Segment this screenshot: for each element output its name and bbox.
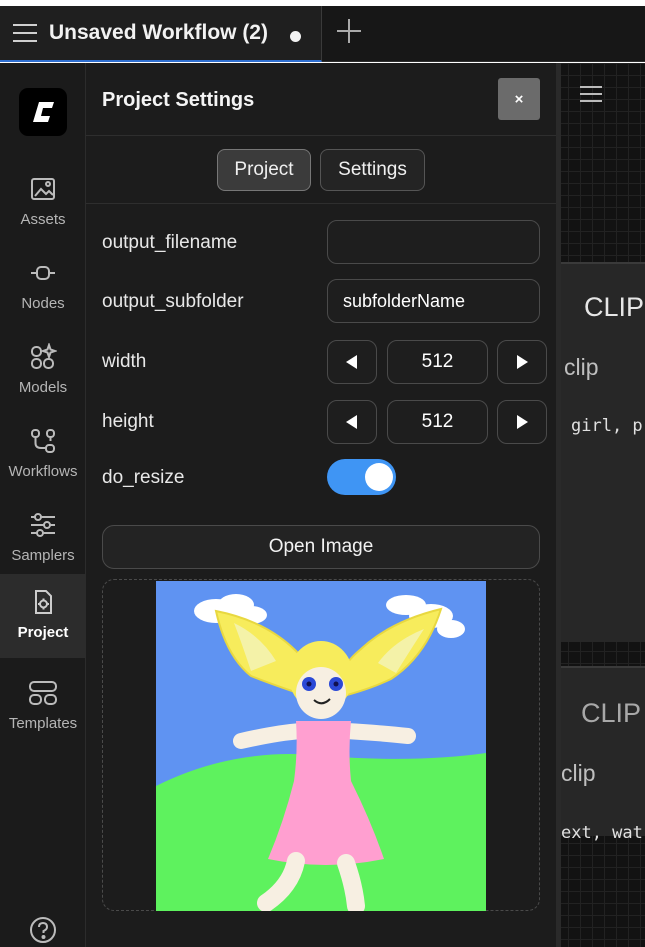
triangle-left-icon (346, 355, 357, 369)
output-subfolder-input[interactable]: subfolderName (327, 279, 540, 323)
width-value[interactable]: 512 (387, 340, 488, 384)
panel-title: Project Settings (102, 89, 255, 111)
sidebar-item-templates[interactable]: Templates (0, 665, 86, 749)
image-dropzone[interactable] (102, 579, 540, 911)
sidebar-item-label: Templates (8, 715, 78, 732)
width-label: width (102, 351, 147, 372)
sidebar-item-label: Project (17, 624, 69, 641)
do-resize-label: do_resize (102, 467, 185, 488)
menu-icon[interactable] (13, 24, 37, 42)
sidebar-item-nodes[interactable]: Nodes (0, 245, 86, 329)
toggle-knob (365, 463, 393, 491)
unsaved-dot-icon (290, 31, 301, 42)
sidebar: Assets Nodes Models Workflows Samplers P… (0, 63, 86, 947)
node-title: CLIP (584, 292, 645, 322)
triangle-right-icon (517, 415, 528, 429)
tab-title: Unsaved Workflow (2) (49, 21, 268, 44)
plus-icon[interactable] (336, 18, 362, 44)
width-increment-button[interactable] (497, 340, 547, 384)
node-input-label: clip (561, 760, 596, 786)
sidebar-item-samplers[interactable]: Samplers (0, 497, 86, 581)
workflow-icon (31, 429, 55, 453)
triangle-left-icon (346, 415, 357, 429)
sidebar-item-label: Workflows (8, 463, 78, 480)
tab-settings[interactable]: Settings (320, 149, 425, 191)
sliders-icon (31, 513, 55, 537)
height-label: height (102, 411, 154, 432)
node-input-label: clip (564, 354, 599, 380)
output-filename-input[interactable] (327, 220, 540, 264)
sidebar-item-label: Models (18, 379, 68, 396)
node-prompt-text[interactable]: girl, p (571, 416, 643, 436)
divider (86, 203, 556, 204)
triangle-right-icon (517, 355, 528, 369)
node-icon (31, 266, 55, 280)
open-image-button[interactable]: Open Image (102, 525, 540, 569)
sidebar-item-label: Samplers (11, 547, 75, 564)
tab-bar: Unsaved Workflow (2) (0, 6, 645, 62)
node-prompt-text[interactable]: ext, wat (561, 823, 643, 843)
width-decrement-button[interactable] (327, 340, 377, 384)
tab-project[interactable]: Project (217, 149, 311, 191)
height-decrement-button[interactable] (327, 400, 377, 444)
output-filename-label: output_filename (102, 232, 238, 253)
output-subfolder-label: output_subfolder (102, 291, 244, 312)
divider (86, 135, 556, 136)
canvas-menu-icon[interactable] (580, 86, 602, 102)
clip-node[interactable]: CLIP clip ext, wat (561, 666, 645, 843)
help-icon[interactable] (29, 916, 57, 944)
workflow-tab[interactable]: Unsaved Workflow (2) (0, 6, 322, 62)
sidebar-item-project[interactable]: Project (0, 574, 86, 658)
preview-image (156, 581, 486, 911)
app-logo (19, 88, 67, 136)
image-icon (31, 178, 55, 200)
height-value[interactable]: 512 (387, 400, 488, 444)
project-settings-panel: Project Settings × Project Settings outp… (86, 63, 556, 947)
close-button[interactable]: × (498, 78, 540, 120)
templates-icon (29, 681, 57, 705)
sparkle-grid-icon (31, 343, 57, 369)
clip-node[interactable]: CLIP clip girl, p (561, 262, 645, 642)
sidebar-item-workflows[interactable]: Workflows (0, 413, 86, 497)
sidebar-item-assets[interactable]: Assets (0, 161, 86, 245)
height-increment-button[interactable] (497, 400, 547, 444)
sidebar-item-label: Nodes (21, 295, 65, 312)
do-resize-toggle[interactable] (327, 459, 396, 495)
sidebar-item-label: Assets (20, 211, 66, 228)
sidebar-item-models[interactable]: Models (0, 329, 86, 413)
node-title: CLIP (581, 698, 642, 728)
file-gear-icon (35, 590, 52, 614)
